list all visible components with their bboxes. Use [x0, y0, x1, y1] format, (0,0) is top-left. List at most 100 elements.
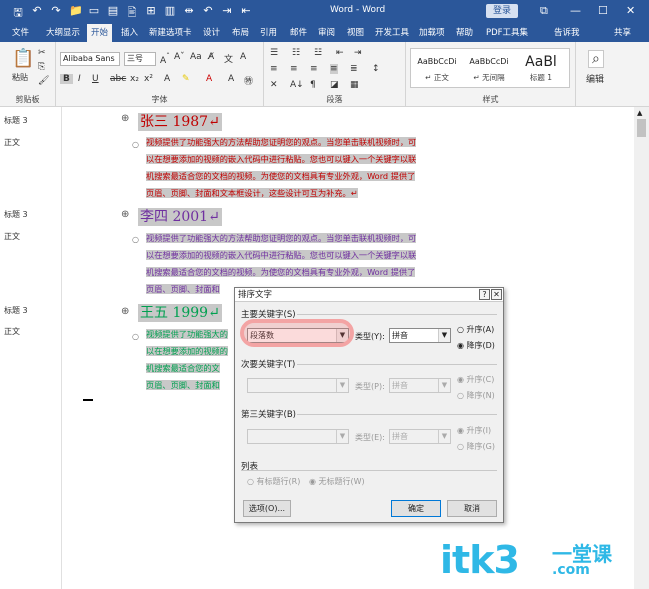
- align-left-icon[interactable]: ≡: [270, 64, 278, 74]
- desc2-radio[interactable]: ○ 降序(N): [457, 390, 495, 401]
- undo2-icon[interactable]: ↶: [202, 4, 214, 23]
- tab-new[interactable]: 新建选项卡: [149, 26, 192, 38]
- desc3-radio[interactable]: ○ 降序(G): [457, 441, 495, 452]
- restore-ribbon-icon[interactable]: ⧉: [540, 4, 548, 18]
- tab-help[interactable]: 帮助: [456, 26, 473, 38]
- asc3-radio[interactable]: ◉ 升序(I): [457, 425, 491, 436]
- columns-icon[interactable]: ▥: [164, 4, 176, 23]
- secondary-key-select[interactable]: ▼: [247, 378, 349, 393]
- ok-button[interactable]: 确定: [391, 500, 441, 517]
- undo-icon[interactable]: ↶: [31, 4, 43, 23]
- phonetic-icon[interactable]: 文: [224, 52, 233, 65]
- search-icon[interactable]: ⌕: [588, 50, 604, 68]
- cut-icon[interactable]: ✂: [38, 48, 46, 58]
- help-button[interactable]: ?: [479, 289, 490, 300]
- asc-radio[interactable]: ○ 升序(A): [457, 324, 494, 335]
- font-name-combo[interactable]: Alibaba Sans: [60, 52, 120, 66]
- subscript-icon[interactable]: x₂: [130, 74, 139, 84]
- bullets-icon[interactable]: ☰: [270, 48, 278, 58]
- paste-icon[interactable]: 📋: [12, 48, 34, 69]
- vertical-scrollbar[interactable]: ▲: [634, 107, 649, 589]
- open-icon[interactable]: 📁: [69, 4, 83, 23]
- login-button[interactable]: 登录: [486, 4, 518, 18]
- chinese-layout-icon[interactable]: ✕: [270, 80, 278, 90]
- underline-icon[interactable]: U: [92, 74, 99, 84]
- strike-icon[interactable]: abc: [110, 74, 126, 84]
- font-color-icon[interactable]: A: [206, 74, 212, 84]
- distributed-icon[interactable]: ≣: [350, 64, 358, 74]
- tab-home[interactable]: 开始: [87, 24, 113, 42]
- asc2-radio[interactable]: ◉ 升序(C): [457, 374, 494, 385]
- italic-icon[interactable]: I: [78, 74, 81, 84]
- type3-select[interactable]: 拼音 ▼: [389, 429, 451, 444]
- spacing-icon[interactable]: ⇹: [183, 4, 195, 23]
- numbering-icon[interactable]: ☷: [292, 48, 300, 58]
- doc-icon[interactable]: 🖹: [126, 4, 138, 23]
- font-size-combo[interactable]: 三号: [124, 52, 156, 66]
- tab-references[interactable]: 引用: [260, 26, 277, 38]
- grow-font-icon[interactable]: Aˆ: [160, 52, 170, 66]
- case-icon[interactable]: Aa: [190, 52, 202, 62]
- minimize-button[interactable]: —: [570, 4, 581, 17]
- tab-layout[interactable]: 布局: [232, 26, 249, 38]
- heading-wangwu[interactable]: 王五 1999↵: [138, 304, 222, 322]
- sort-icon[interactable]: A↓: [290, 80, 304, 90]
- shrink-font-icon[interactable]: Aˇ: [174, 52, 185, 62]
- new-icon[interactable]: ▭: [88, 4, 100, 23]
- shading-icon[interactable]: A: [228, 74, 234, 84]
- tab-developer[interactable]: 开发工具: [375, 26, 409, 38]
- maximize-button[interactable]: ☐: [598, 4, 608, 17]
- highlight-icon[interactable]: ✎: [182, 74, 190, 84]
- tab-share[interactable]: 共享: [614, 26, 631, 38]
- heading-lisi[interactable]: 李四 2001↵: [138, 208, 222, 226]
- multilevel-icon[interactable]: ☳: [314, 48, 322, 58]
- scroll-thumb[interactable]: [637, 119, 646, 137]
- scroll-up-icon[interactable]: ▲: [637, 109, 642, 117]
- format-painter-icon[interactable]: 🖌: [38, 76, 49, 86]
- style-no-spacing[interactable]: AaBbCcDi ↵ 无间隔: [463, 52, 515, 83]
- paragraph-3[interactable]: 视频提供了功能强大的 以在想要添加的视频的 机搜索最适合您的文 页眉、页脚、封面…: [146, 326, 236, 394]
- desc-radio[interactable]: ◉ 降序(D): [457, 340, 495, 351]
- increase-indent-icon[interactable]: ⇥: [354, 48, 362, 58]
- table-icon[interactable]: ▤: [107, 4, 119, 23]
- line-spacing-icon[interactable]: ↕: [372, 64, 380, 74]
- char-border-icon[interactable]: A: [240, 52, 246, 62]
- tab-view[interactable]: 视图: [347, 26, 364, 38]
- outline-expand-icon[interactable]: ⊕: [121, 209, 129, 220]
- borders-icon[interactable]: ▦: [350, 80, 359, 90]
- para-shading-icon[interactable]: ◪: [330, 80, 339, 90]
- cancel-button[interactable]: 取消: [447, 500, 497, 517]
- style-normal[interactable]: AaBbCcDi ↵ 正文: [411, 52, 463, 83]
- type2-select[interactable]: 拼音 ▼: [389, 378, 451, 393]
- text-effect-icon[interactable]: A: [164, 74, 170, 84]
- heading-zhangsan[interactable]: 张三 1987↵: [138, 113, 222, 131]
- options-button[interactable]: 选项(O)...: [243, 500, 291, 517]
- tab-insert[interactable]: 插入: [121, 26, 138, 38]
- bold-icon[interactable]: B: [60, 74, 73, 84]
- justify-icon[interactable]: ≡: [330, 64, 338, 74]
- paragraph-1[interactable]: 视频提供了功能强大的方法帮助您证明您的观点。当您单击联机视频时，可 以在想要添加…: [146, 134, 458, 202]
- grid-icon[interactable]: ⊞: [145, 4, 157, 23]
- tab-mailings[interactable]: 邮件: [290, 26, 307, 38]
- edit-label[interactable]: 编辑: [586, 72, 604, 85]
- clear-format-icon[interactable]: A̸: [208, 52, 214, 62]
- outline-expand-icon[interactable]: ⊕: [121, 306, 129, 317]
- close-button[interactable]: ✕: [626, 4, 635, 17]
- tab-pdf[interactable]: PDF工具集: [486, 26, 528, 38]
- type-select[interactable]: 拼音 ▼: [389, 328, 451, 343]
- align-center-icon[interactable]: ≡: [290, 64, 298, 74]
- outline-expand-icon[interactable]: ⊕: [121, 113, 129, 124]
- dialog-close-button[interactable]: ✕: [491, 289, 502, 300]
- outdent-icon[interactable]: ⇤: [240, 4, 252, 23]
- redo-icon[interactable]: ↷: [50, 4, 62, 23]
- tab-addins[interactable]: 加载项: [419, 26, 445, 38]
- third-key-select[interactable]: ▼: [247, 429, 349, 444]
- indent-icon[interactable]: ⇥: [221, 4, 233, 23]
- align-right-icon[interactable]: ≡: [310, 64, 318, 74]
- show-marks-icon[interactable]: ¶: [310, 80, 316, 90]
- tab-design[interactable]: 设计: [203, 26, 220, 38]
- paste-label[interactable]: 粘贴: [12, 72, 28, 83]
- has-header-radio[interactable]: ○ 有标题行(R): [247, 476, 300, 487]
- tab-tellme[interactable]: 告诉我: [554, 26, 580, 38]
- tab-review[interactable]: 审阅: [318, 26, 335, 38]
